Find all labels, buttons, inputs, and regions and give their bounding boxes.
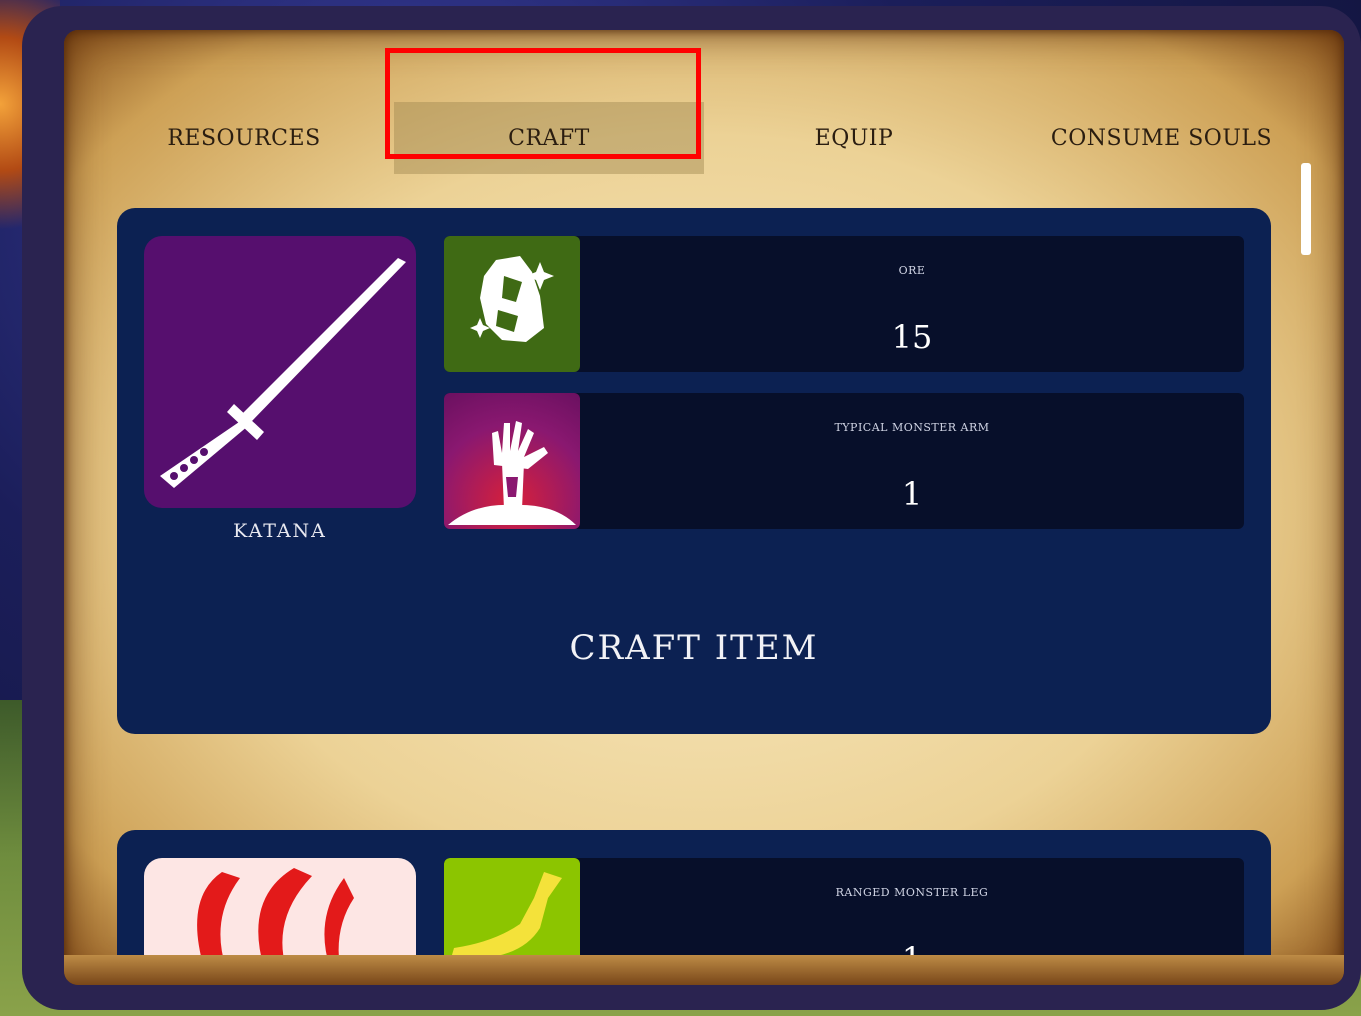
requirement-row: TYPICAL MONSTER ARM 1 — [444, 393, 1244, 529]
tab-equip[interactable]: EQUIP — [764, 102, 944, 174]
tab-resources-label: RESOURCES — [167, 125, 321, 151]
requirement-icon-tile — [444, 236, 580, 372]
requirement-icon-tile — [444, 393, 580, 529]
tab-equip-label: EQUIP — [814, 125, 894, 151]
tab-consume-souls-label: CONSUME SOULS — [1050, 125, 1273, 151]
craft-item-button[interactable]: CRAFT ITEM — [117, 628, 1271, 668]
monster-arm-icon — [448, 421, 576, 525]
requirement-label: ORE — [898, 264, 926, 277]
requirement-count: 15 — [891, 318, 933, 356]
item-tile[interactable] — [144, 236, 416, 508]
requirement-label: RANGED MONSTER LEG — [835, 886, 989, 899]
craft-tab-highlight — [385, 48, 701, 159]
parchment-bottom-edge — [64, 955, 1344, 985]
item-tile[interactable] — [144, 858, 416, 970]
monster-leg-icon — [450, 872, 562, 962]
requirement-count: 1 — [901, 475, 923, 513]
requirement-row: ORE 15 — [444, 236, 1244, 372]
requirement-icon-tile — [444, 858, 580, 970]
katana-icon — [160, 258, 406, 488]
ore-icon — [470, 256, 554, 342]
tab-consume-souls[interactable]: CONSUME SOULS — [1039, 102, 1284, 174]
requirement-label: TYPICAL MONSTER ARM — [834, 421, 990, 434]
requirement-row: RANGED MONSTER LEG 1 — [444, 858, 1244, 970]
recipe-card: KATANA ORE 15 TYPICAL MONSTER ARM 1 CRAF… — [117, 208, 1271, 734]
claw-icon — [197, 868, 354, 968]
tab-resources[interactable]: RESOURCES — [154, 102, 334, 174]
scrollbar-thumb[interactable] — [1301, 163, 1311, 255]
item-name: KATANA — [233, 520, 327, 542]
recipe-card: RANGED MONSTER LEG 1 — [117, 830, 1271, 970]
